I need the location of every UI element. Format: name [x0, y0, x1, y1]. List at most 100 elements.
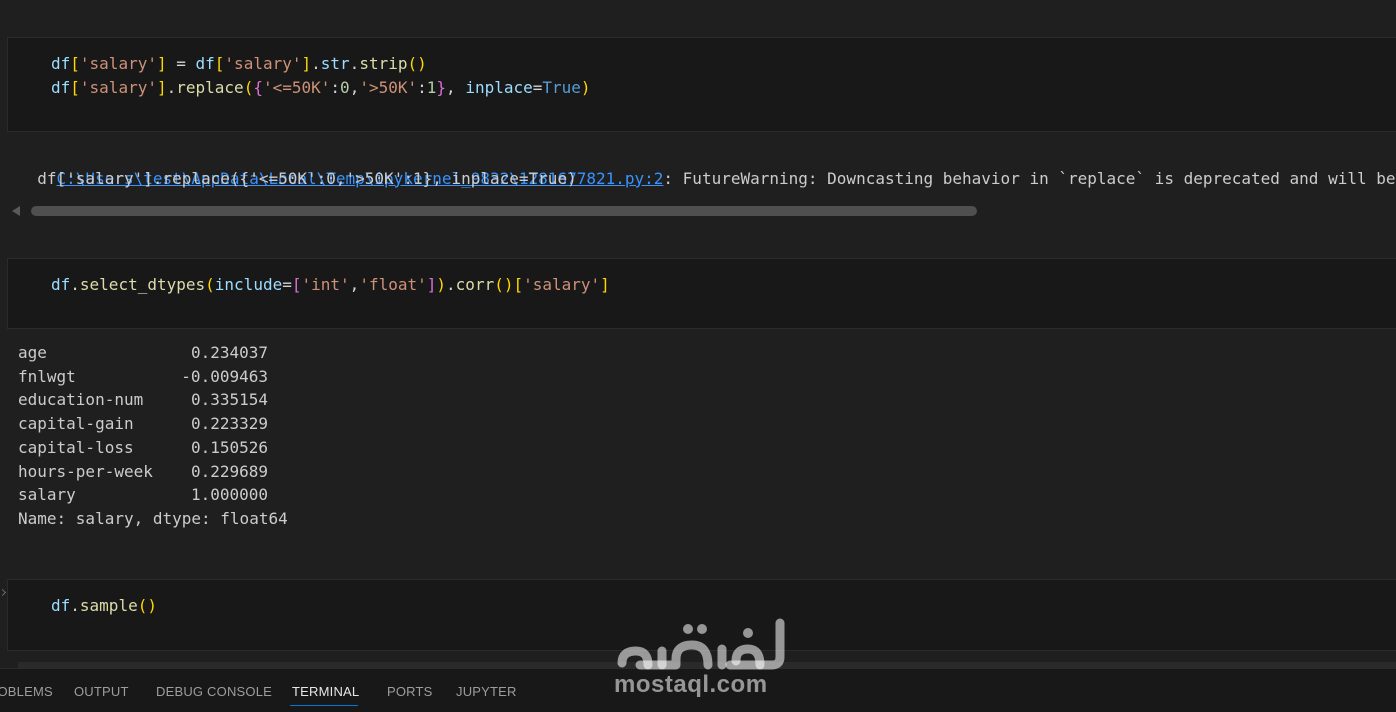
- code-token: ,: [349, 78, 360, 97]
- corr-row-value: 0.234037: [190, 343, 268, 362]
- code-token: [: [291, 275, 302, 294]
- code-token: (: [243, 78, 254, 97]
- cell-collapse-chevron-icon[interactable]: [0, 588, 7, 597]
- code-token: [: [214, 54, 225, 73]
- code-token: =: [532, 78, 543, 97]
- code-token: .: [311, 54, 321, 73]
- code-token: [: [513, 275, 524, 294]
- code-token: ): [436, 275, 447, 294]
- code-token: 'salary': [79, 78, 157, 97]
- corr-row: salary 1.000000: [18, 483, 268, 507]
- code-token: '<=50K': [262, 78, 331, 97]
- code-token: (): [407, 54, 427, 73]
- tab-ports[interactable]: PORTS: [387, 684, 433, 699]
- code-token: inplace: [465, 78, 533, 97]
- tab-problems[interactable]: PROBLEMS: [0, 684, 53, 699]
- corr-row-name: salary: [18, 485, 76, 505]
- code-line[interactable]: df['salary'] = df['salary'].str.strip(): [51, 52, 427, 76]
- corr-row-name: fnlwgt: [18, 366, 76, 386]
- code-token: True: [542, 78, 581, 97]
- corr-row: age 0.234037: [18, 341, 268, 365]
- code-token: (): [494, 275, 514, 294]
- code-token: corr: [455, 275, 495, 294]
- code-token: df: [195, 54, 215, 73]
- code-line[interactable]: df.sample(): [51, 594, 157, 618]
- code-token: ]: [301, 54, 312, 73]
- corr-row-value: 0.223329: [190, 414, 268, 434]
- code-token: 'salary': [224, 54, 302, 73]
- corr-row: capital-gain 0.223329: [18, 412, 268, 436]
- active-tab-indicator: [290, 705, 358, 706]
- tab-jupyter[interactable]: JUPYTER: [456, 684, 517, 699]
- code-cell-1[interactable]: df['salary'] = df['salary'].str.strip() …: [7, 37, 1396, 132]
- code-token: .: [166, 78, 177, 97]
- code-token: ]: [426, 275, 437, 294]
- code-token: .: [70, 596, 80, 615]
- code-token: df: [51, 54, 71, 73]
- code-token: sample: [79, 596, 138, 615]
- code-token: '>50K': [359, 78, 418, 97]
- code-token: include: [214, 275, 283, 294]
- code-token: str: [320, 54, 350, 73]
- code-token: (: [205, 275, 215, 294]
- corr-row-value: 0.335154: [190, 390, 268, 410]
- code-token: ]: [600, 275, 610, 294]
- code-token: df: [51, 275, 71, 294]
- corr-row-name: hours-per-week: [18, 461, 153, 481]
- scroll-left-arrow-icon[interactable]: [12, 206, 20, 216]
- code-line[interactable]: df.select_dtypes(include=['int','float']…: [51, 273, 610, 297]
- code-token: {: [253, 78, 263, 97]
- code-token: 1: [426, 78, 437, 97]
- output-horizontal-scrollbar[interactable]: [12, 205, 982, 217]
- code-token: :: [417, 78, 427, 97]
- code-token: =: [166, 54, 196, 73]
- code-token: ]: [156, 78, 167, 97]
- tab-terminal[interactable]: TERMINAL: [292, 684, 359, 699]
- code-token: }: [436, 78, 447, 97]
- corr-footer: Name: salary, dtype: float64: [18, 508, 288, 528]
- code-token: .: [349, 54, 360, 73]
- code-token: ): [580, 78, 591, 97]
- corr-row: capital-loss 0.150526: [18, 436, 268, 460]
- warning-message: : FutureWarning: Downcasting behavior in…: [663, 168, 1396, 188]
- scrollbar-thumb[interactable]: [31, 206, 977, 216]
- code-token: =: [282, 275, 292, 294]
- notebook-window: df['salary'] = df['salary'].str.strip() …: [0, 0, 1396, 712]
- code-token: [: [70, 78, 80, 97]
- code-token: :: [330, 78, 341, 97]
- code-token: 'salary': [523, 275, 601, 294]
- code-cell-2[interactable]: df.select_dtypes(include=['int','float']…: [7, 258, 1396, 329]
- corr-row: education-num 0.335154: [18, 388, 268, 412]
- code-token: strip: [359, 54, 408, 73]
- panel-tab-bar: PROBLEMS OUTPUT DEBUG CONSOLE TERMINAL P…: [0, 668, 1396, 712]
- code-token: ,: [349, 275, 360, 294]
- corr-row-name: age: [18, 343, 47, 362]
- code-token: .: [446, 275, 456, 294]
- code-token: ]: [156, 54, 167, 73]
- corr-row-name: capital-gain: [18, 414, 134, 434]
- code-token: 0: [340, 78, 350, 97]
- warning-source-line: df['salary'].replace({'<=50K':0,'>50K':1…: [18, 169, 577, 188]
- code-token: replace: [176, 78, 244, 97]
- code-token: df: [51, 78, 71, 97]
- code-token: (): [137, 596, 157, 615]
- code-token: ,: [446, 78, 466, 97]
- tab-output[interactable]: OUTPUT: [74, 684, 129, 699]
- corr-row-value: -0.009463: [181, 366, 268, 386]
- corr-row-name: capital-loss: [18, 437, 134, 457]
- tab-debug-console[interactable]: DEBUG CONSOLE: [156, 684, 272, 699]
- corr-row: fnlwgt -0.009463: [18, 365, 268, 389]
- corr-row-name: education-num: [18, 390, 144, 410]
- corr-row-value: 0.150526: [190, 437, 268, 457]
- code-cell-3[interactable]: df.sample(): [7, 579, 1396, 651]
- code-line[interactable]: df['salary'].replace({'<=50K':0,'>50K':1…: [51, 76, 591, 100]
- code-token: df: [51, 596, 71, 615]
- corr-row-value: 1.000000: [190, 485, 268, 505]
- code-token: 'int': [301, 275, 350, 294]
- corr-row: hours-per-week 0.229689: [18, 460, 268, 484]
- corr-row-value: 0.229689: [190, 461, 268, 481]
- code-token: .: [70, 275, 80, 294]
- code-token: select_dtypes: [79, 275, 206, 294]
- code-token: 'float': [359, 275, 427, 294]
- code-token: 'salary': [79, 54, 157, 73]
